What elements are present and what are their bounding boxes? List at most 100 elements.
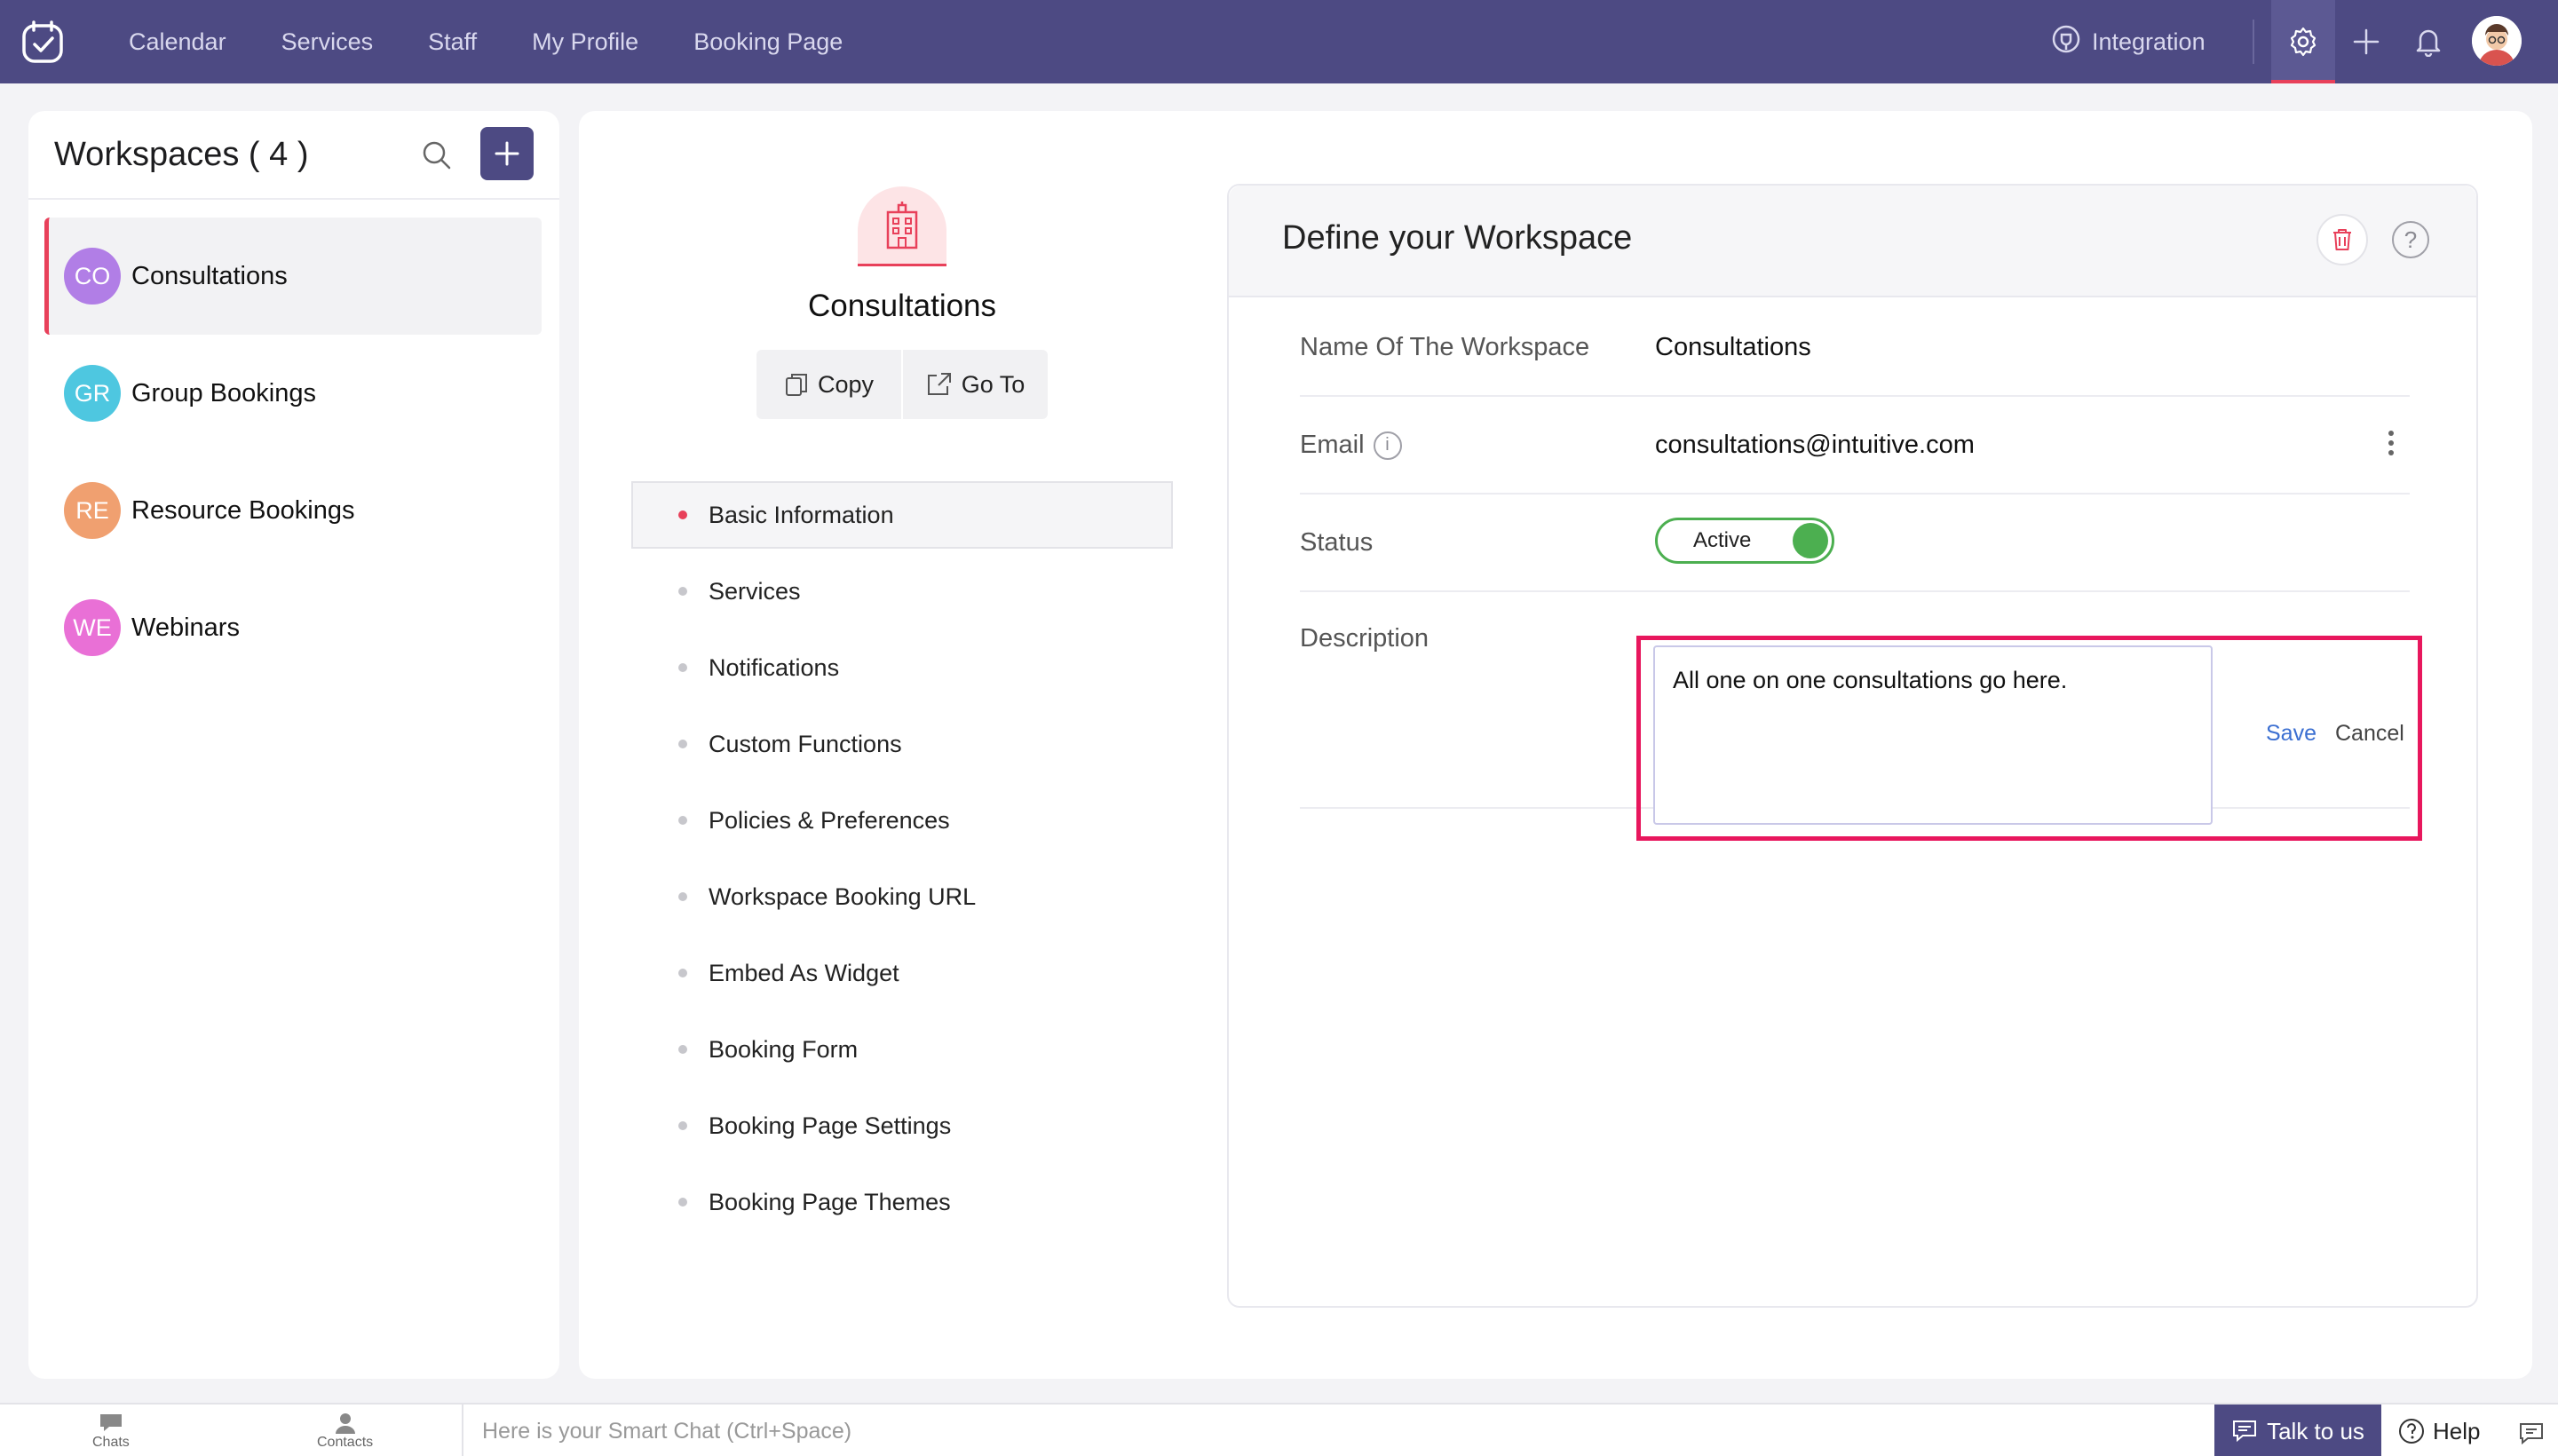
workspace-item-group-bookings[interactable]: GR Group Bookings <box>44 335 542 452</box>
subnav-label: Policies & Preferences <box>709 806 950 834</box>
contacts-label: Contacts <box>317 1435 374 1450</box>
name-label: Name Of The Workspace <box>1300 333 1590 361</box>
more-options-icon[interactable] <box>2388 431 2396 455</box>
help-label: Help <box>2433 1417 2481 1444</box>
workspace-label: Group Bookings <box>131 378 316 408</box>
top-bar: Calendar Services Staff My Profile Booki… <box>0 0 2558 83</box>
help-button[interactable]: Help <box>2397 1405 2480 1456</box>
question-circle-icon <box>2399 1419 2424 1444</box>
workspace-item-consultations[interactable]: CO Consultations <box>44 218 542 335</box>
workspace-item-resource-bookings[interactable]: RE Resource Bookings <box>44 452 542 569</box>
workspace-label: Webinars <box>131 613 240 642</box>
subnav-custom-functions[interactable]: Custom Functions <box>631 710 1173 778</box>
goto-button[interactable]: Go To <box>903 350 1048 419</box>
topbar-divider <box>2253 20 2254 64</box>
subnav-policies-preferences[interactable]: Policies & Preferences <box>631 787 1173 854</box>
talk-to-us-label: Talk to us <box>2267 1417 2364 1444</box>
subnav-label: Embed As Widget <box>709 959 899 986</box>
subnav-label: Booking Page Settings <box>709 1112 952 1139</box>
nav-staff[interactable]: Staff <box>428 28 477 56</box>
copy-goto-group: Copy Go To <box>756 350 1048 419</box>
status-toggle-label: Active <box>1693 528 1752 552</box>
email-label: Email <box>1300 431 1365 459</box>
top-nav: Calendar Services Staff My Profile Booki… <box>129 0 843 83</box>
cancel-button[interactable]: Cancel <box>2335 721 2404 747</box>
search-icon[interactable] <box>419 138 455 173</box>
bottom-bar: Chats Contacts Here is your Smart Chat (… <box>0 1403 2558 1456</box>
bullet-icon <box>678 892 687 901</box>
bullet-icon <box>678 740 687 748</box>
subnav-label: Basic Information <box>709 501 894 528</box>
help-icon[interactable]: ? <box>2392 221 2429 258</box>
define-workspace-header: Define your Workspace ? <box>1229 186 2476 297</box>
bottombar-divider <box>462 1405 463 1456</box>
status-label: Status <box>1300 528 1374 557</box>
description-textarea[interactable] <box>1653 645 2213 825</box>
nav-calendar[interactable]: Calendar <box>129 28 226 56</box>
status-row: Status Active <box>1300 495 2410 592</box>
subnav-label: Services <box>709 577 801 605</box>
description-label: Description <box>1300 624 1429 653</box>
nav-booking-page[interactable]: Booking Page <box>693 28 843 56</box>
save-button[interactable]: Save <box>2266 721 2316 747</box>
integration-button[interactable]: Integration <box>2051 0 2206 83</box>
workspace-name: Consultations <box>807 289 997 323</box>
subnav-label: Booking Form <box>709 1035 859 1063</box>
user-avatar[interactable] <box>2472 16 2522 66</box>
integration-icon <box>2051 24 2081 60</box>
name-row: Name Of The Workspace Consultations <box>1300 299 2410 397</box>
bullet-icon <box>678 1121 687 1130</box>
subnav-booking-form[interactable]: Booking Form <box>631 1016 1173 1083</box>
subnav-basic-information[interactable]: Basic Information <box>631 481 1173 549</box>
smart-chat-input[interactable]: Here is your Smart Chat (Ctrl+Space) <box>482 1405 851 1456</box>
bullet-icon <box>678 510 687 519</box>
subnav-notifications[interactable]: Notifications <box>631 634 1173 701</box>
building-icon <box>858 186 946 266</box>
talk-to-us-button[interactable]: Talk to us <box>2214 1405 2381 1456</box>
subnav-services[interactable]: Services <box>631 558 1173 625</box>
info-icon[interactable]: i <box>1373 431 1402 460</box>
app-logo-icon[interactable] <box>20 18 67 66</box>
chats-label: Chats <box>92 1435 130 1450</box>
workspaces-header: Workspaces ( 4 ) <box>28 111 559 200</box>
nav-my-profile[interactable]: My Profile <box>532 28 638 56</box>
subnav-embed-as-widget[interactable]: Embed As Widget <box>631 939 1173 1007</box>
bullet-icon <box>678 816 687 825</box>
trash-icon <box>2333 229 2351 250</box>
name-value[interactable]: Consultations <box>1655 333 1811 362</box>
chats-button[interactable]: Chats <box>92 1412 130 1451</box>
add-workspace-button[interactable] <box>480 127 534 180</box>
subnav-label: Booking Page Themes <box>709 1188 951 1215</box>
subnav-booking-page-settings[interactable]: Booking Page Settings <box>631 1092 1173 1159</box>
add-icon[interactable] <box>2344 20 2388 64</box>
subnav-booking-page-themes[interactable]: Booking Page Themes <box>631 1168 1173 1236</box>
integration-label: Integration <box>2092 28 2206 55</box>
email-row: Email i consultations@intuitive.com <box>1300 397 2410 495</box>
settings-gear-icon[interactable] <box>2271 0 2335 83</box>
external-link-icon <box>927 373 951 395</box>
contacts-button[interactable]: Contacts <box>317 1412 373 1451</box>
notification-bell-icon[interactable] <box>2406 20 2451 64</box>
bullet-icon <box>678 663 687 672</box>
email-value[interactable]: consultations@intuitive.com <box>1655 431 1975 460</box>
goto-label: Go To <box>961 370 1026 398</box>
nav-services[interactable]: Services <box>281 28 374 56</box>
chat-widget-icon[interactable] <box>2516 1417 2546 1447</box>
chat-icon <box>99 1414 122 1431</box>
bullet-icon <box>678 1198 687 1207</box>
copy-label: Copy <box>817 370 875 398</box>
bullet-icon <box>678 587 687 596</box>
status-toggle[interactable]: Active <box>1655 518 1834 564</box>
delete-workspace-button[interactable] <box>2316 214 2368 265</box>
subnav-workspace-booking-url[interactable]: Workspace Booking URL <box>631 863 1173 930</box>
workspaces-panel: Workspaces ( 4 ) CO Consultations GR Gro… <box>28 111 559 1379</box>
workspaces-title: Workspaces ( 4 ) <box>54 136 309 173</box>
define-workspace-title: Define your Workspace <box>1282 219 1633 257</box>
toggle-knob <box>1793 523 1828 558</box>
subnav-label: Custom Functions <box>709 730 902 757</box>
copy-icon <box>785 374 807 396</box>
subnav-label: Workspace Booking URL <box>709 882 977 910</box>
message-icon <box>2233 1420 2257 1443</box>
copy-button[interactable]: Copy <box>756 350 901 419</box>
workspace-item-webinars[interactable]: WE Webinars <box>44 569 542 686</box>
